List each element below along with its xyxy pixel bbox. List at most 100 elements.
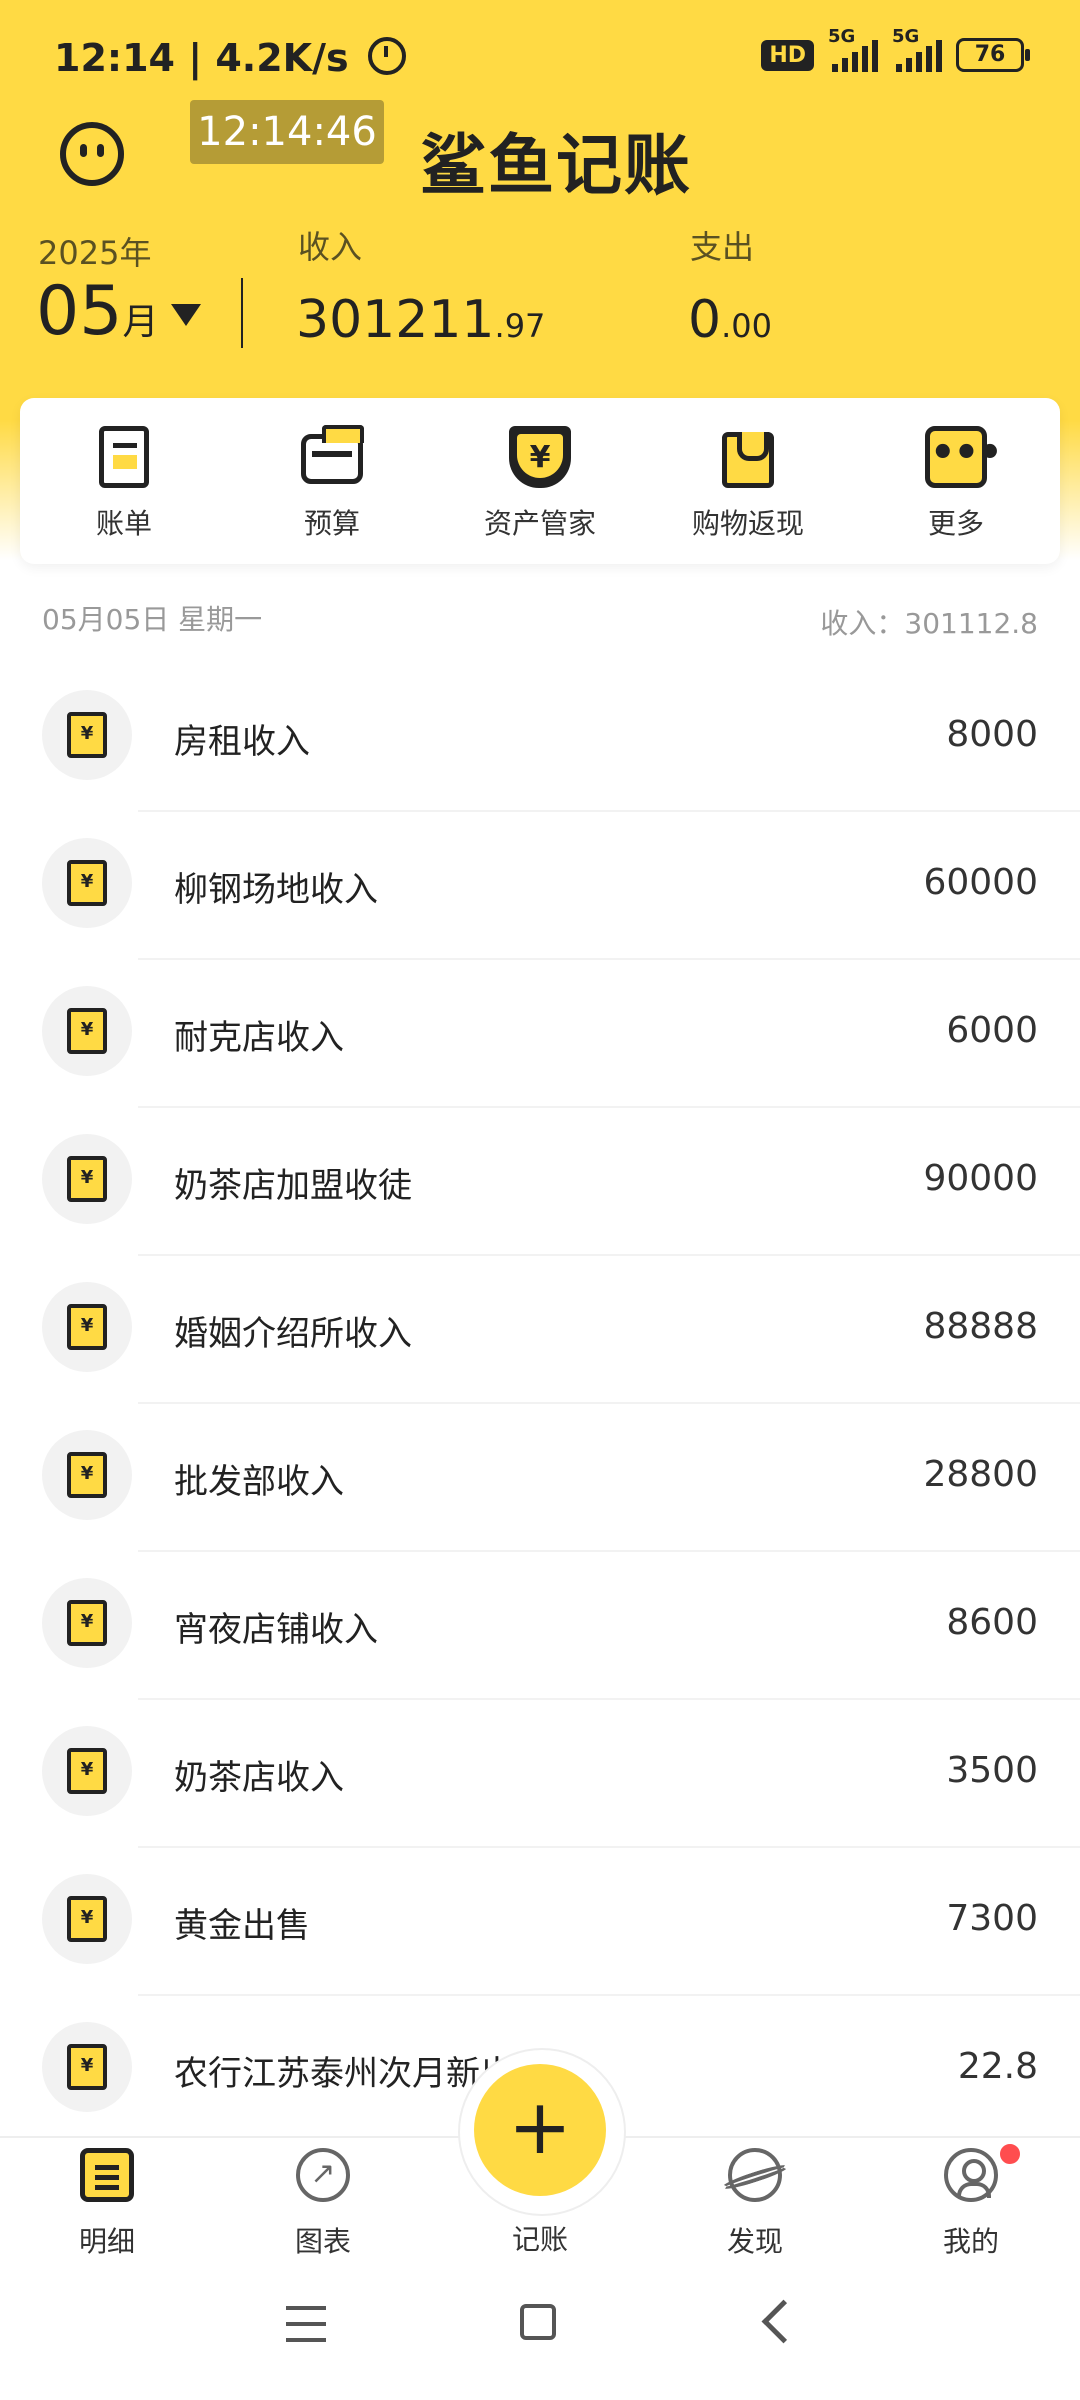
nav-discover[interactable]: 发现: [680, 2138, 830, 2268]
transaction-amount: 22.8: [957, 2046, 1038, 2087]
quick-menu-card: 账单 预算 ¥ 资产管家 购物返现 ••• 更多: [20, 398, 1060, 564]
day-group-header: 05月05日 星期一 收入：301112.8: [42, 598, 1038, 640]
transaction-row[interactable]: ¥ 宵夜店铺收入 8600: [0, 1552, 1080, 1700]
clock-overlay: 12:14:46: [190, 100, 384, 164]
receipt-icon: ¥: [67, 1452, 107, 1498]
receipt-icon: ¥: [67, 1600, 107, 1646]
receipt-icon: ¥: [67, 1304, 107, 1350]
dropdown-arrow-icon: [170, 304, 201, 326]
expense-total: 0.00: [688, 290, 772, 350]
divider: [241, 278, 243, 348]
transaction-amount: 60000: [923, 862, 1038, 903]
transaction-row[interactable]: ¥ 耐克店收入 6000: [0, 960, 1080, 1108]
receipt-icon: ¥: [67, 712, 107, 758]
add-record-label[interactable]: 记账: [440, 2218, 640, 2258]
receipt-icon: ¥: [67, 1156, 107, 1202]
transaction-amount: 28800: [923, 1454, 1038, 1495]
transaction-amount: 90000: [923, 1158, 1038, 1199]
receipt-icon-wrap: ¥: [42, 986, 132, 1076]
transaction-name: 批发部收入: [174, 1462, 344, 1502]
status-right: HD 5G 5G 76: [761, 26, 1030, 72]
receipt-icon-wrap: ¥: [42, 690, 132, 780]
user-profile-icon: [944, 2148, 998, 2202]
year-label: 2025年: [38, 234, 152, 272]
receipt-icon: ¥: [67, 2044, 107, 2090]
status-left: 12:14 | 4.2K/s: [54, 36, 406, 80]
transaction-amount: 7300: [946, 1898, 1038, 1939]
transaction-amount: 88888: [923, 1306, 1038, 1347]
transaction-row[interactable]: ¥ 批发部收入 28800: [0, 1404, 1080, 1552]
receipt-icon-wrap: ¥: [42, 1430, 132, 1520]
shopping-bag-icon: [722, 432, 774, 488]
receipt-icon-wrap: ¥: [42, 1578, 132, 1668]
transaction-row[interactable]: ¥ 柳钢场地收入 60000: [0, 812, 1080, 960]
quick-item-budget[interactable]: 预算: [228, 398, 436, 564]
receipt-icon: ¥: [67, 860, 107, 906]
transaction-name: 婚姻介绍所收入: [174, 1314, 412, 1354]
receipt-icon-wrap: ¥: [42, 2022, 132, 2112]
home-icon[interactable]: [520, 2304, 556, 2340]
battery-icon: 76: [956, 38, 1030, 72]
expense-label: 支出: [690, 228, 755, 266]
quick-item-more[interactable]: ••• 更多: [852, 398, 1060, 564]
receipt-icon-wrap: ¥: [42, 1134, 132, 1224]
receipt-icon-wrap: ¥: [42, 1874, 132, 1964]
income-label: 收入: [298, 228, 363, 266]
month-selector[interactable]: 05月: [36, 272, 201, 351]
transaction-amount: 6000: [946, 1010, 1038, 1051]
nav-chart[interactable]: 图表: [248, 2138, 398, 2268]
transaction-name: 柳钢场地收入: [174, 870, 378, 910]
budget-wallet-icon: [301, 425, 364, 484]
quick-item-bill[interactable]: 账单: [20, 398, 228, 564]
bill-icon: [99, 426, 149, 488]
transaction-list: ¥ 房租收入 8000 ¥ 柳钢场地收入 60000 ¥ 耐克店收入 6000 …: [0, 664, 1080, 2144]
smiley-icon[interactable]: [60, 122, 124, 186]
add-record-button[interactable]: +: [474, 2064, 606, 2196]
alarm-icon: [367, 37, 406, 75]
quick-item-assets[interactable]: ¥ 资产管家: [436, 398, 644, 564]
day-date: 05月05日 星期一: [42, 603, 263, 636]
app-title: 鲨鱼记账: [420, 127, 692, 204]
status-time: 12:14: [54, 36, 175, 80]
status-bar: 12:14 | 4.2K/s HD 5G 5G 76: [0, 0, 1080, 120]
receipt-icon: ¥: [67, 1748, 107, 1794]
menu-icon[interactable]: [286, 2306, 326, 2342]
transaction-amount: 8000: [946, 714, 1038, 755]
system-nav-bar: [0, 2266, 1080, 2400]
asset-shield-icon: ¥: [509, 426, 571, 488]
transaction-amount: 8600: [946, 1602, 1038, 1643]
receipt-icon-wrap: ¥: [42, 1726, 132, 1816]
transaction-name: 奶茶店加盟收徒: [174, 1166, 412, 1206]
transaction-row[interactable]: ¥ 奶茶店收入 3500: [0, 1700, 1080, 1848]
transaction-name: 黄金出售: [174, 1906, 310, 1946]
back-icon[interactable]: [761, 2299, 806, 2344]
receipt-icon-wrap: ¥: [42, 1282, 132, 1372]
more-icon: •••: [925, 426, 1003, 488]
transaction-row[interactable]: ¥ 奶茶店加盟收徒 90000: [0, 1108, 1080, 1256]
signal-icon-1: 5G: [828, 26, 878, 72]
chart-trend-icon: [296, 2148, 350, 2202]
transaction-row[interactable]: ¥ 黄金出售 7300: [0, 1848, 1080, 1996]
nav-mine[interactable]: 我的: [896, 2138, 1046, 2268]
month-unit: 月: [122, 302, 159, 343]
transaction-name: 房租收入: [174, 722, 310, 762]
transaction-amount: 3500: [946, 1750, 1038, 1791]
receipt-icon-wrap: ¥: [42, 838, 132, 928]
net-speed: 4.2K/s: [215, 36, 349, 80]
transaction-name: 宵夜店铺收入: [174, 1610, 378, 1650]
transaction-name: 奶茶店收入: [174, 1758, 344, 1798]
quick-item-cashback[interactable]: 购物返现: [644, 398, 852, 564]
transaction-row[interactable]: ¥ 婚姻介绍所收入 88888: [0, 1256, 1080, 1404]
signal-icon-2: 5G: [892, 26, 942, 72]
nav-detail[interactable]: 明细: [32, 2138, 182, 2268]
receipt-icon: ¥: [67, 1896, 107, 1942]
receipt-icon: ¥: [67, 1008, 107, 1054]
transaction-row[interactable]: ¥ 房租收入 8000: [0, 664, 1080, 812]
day-income-summary: 收入：301112.8: [820, 607, 1038, 640]
detail-list-icon: [80, 2148, 134, 2202]
month-value: 05: [36, 272, 123, 351]
planet-icon: [728, 2148, 782, 2202]
income-total: 301211.97: [296, 290, 546, 350]
hd-badge: HD: [761, 39, 814, 71]
notification-dot: [998, 2142, 1022, 2166]
